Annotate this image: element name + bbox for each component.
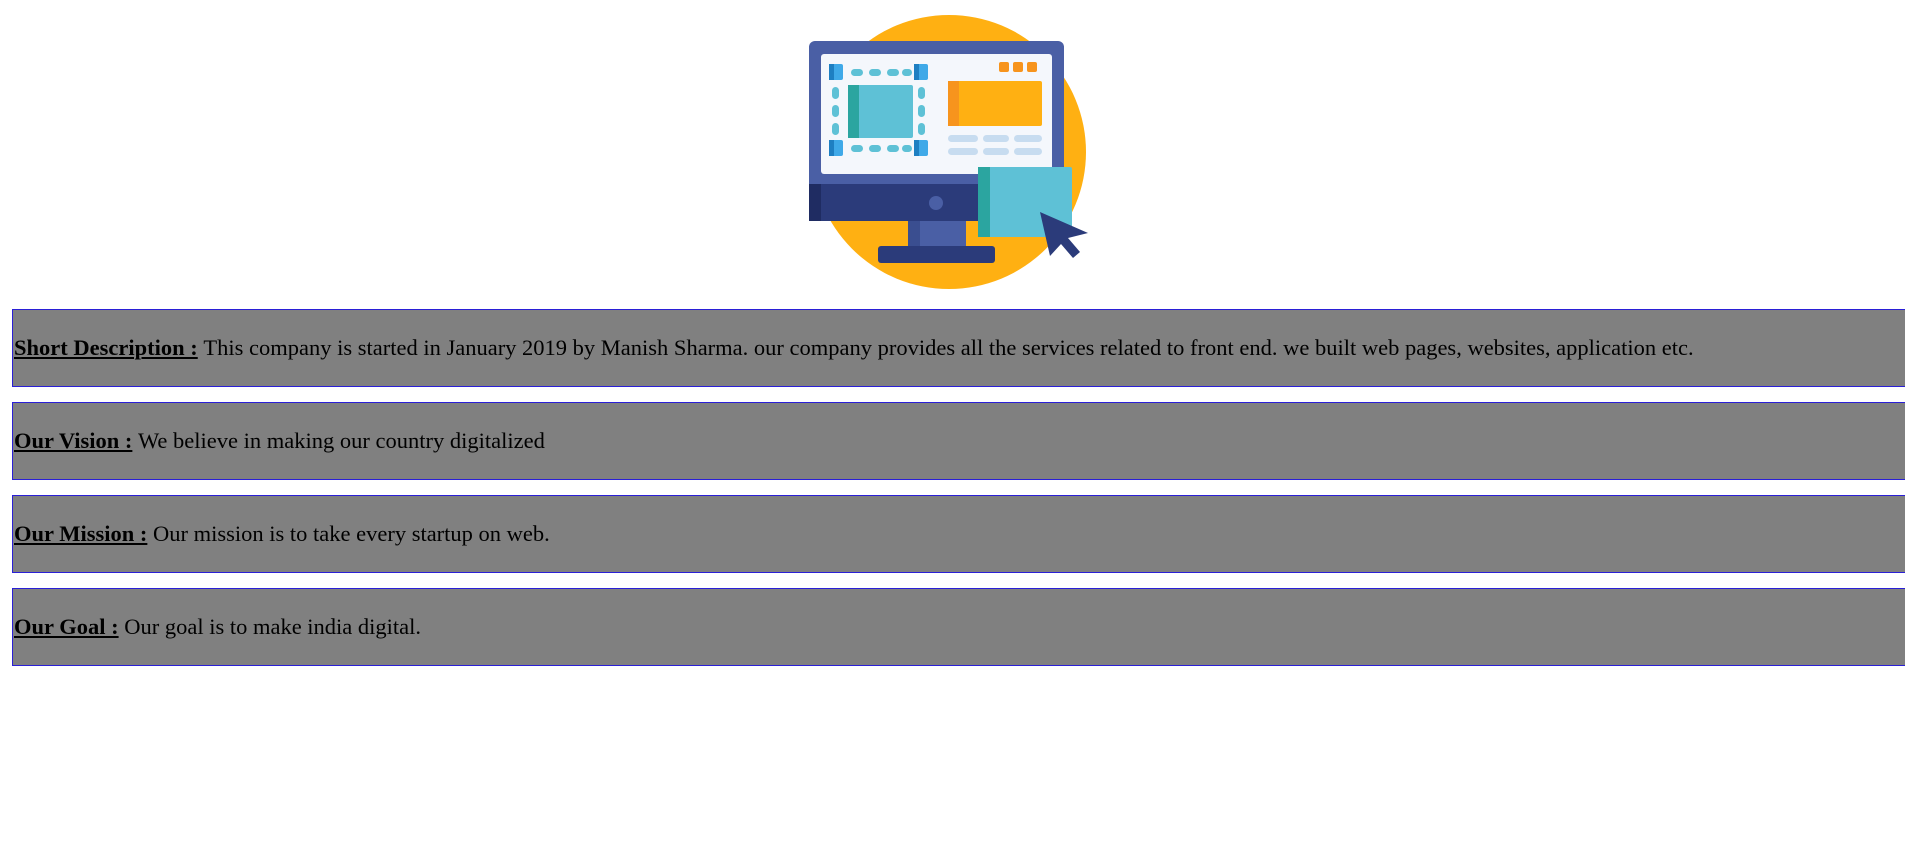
info-sections: Short Description : This company is star…: [12, 309, 1905, 681]
short-description-box: Short Description : This company is star…: [12, 309, 1905, 387]
goal-text: Our goal is to make india digital.: [124, 614, 422, 639]
mission-box: Our Mission : Our mission is to take eve…: [12, 495, 1905, 573]
vision-box: Our Vision : We believe in making our co…: [12, 402, 1905, 480]
hero-illustration: [0, 12, 1905, 292]
mission-text: Our mission is to take every startup on …: [152, 521, 550, 546]
mission-label: Our Mission :: [14, 521, 148, 546]
short-description-label: Short Description :: [14, 335, 198, 360]
short-description-text: This company is started in January 2019 …: [203, 335, 1694, 360]
goal-label: Our Goal :: [14, 614, 119, 639]
vision-text: We believe in making our country digital…: [138, 428, 545, 453]
goal-box: Our Goal : Our goal is to make india dig…: [12, 588, 1905, 666]
computer-monitor-web-design-icon: [808, 15, 1088, 289]
vision-label: Our Vision :: [14, 428, 133, 453]
